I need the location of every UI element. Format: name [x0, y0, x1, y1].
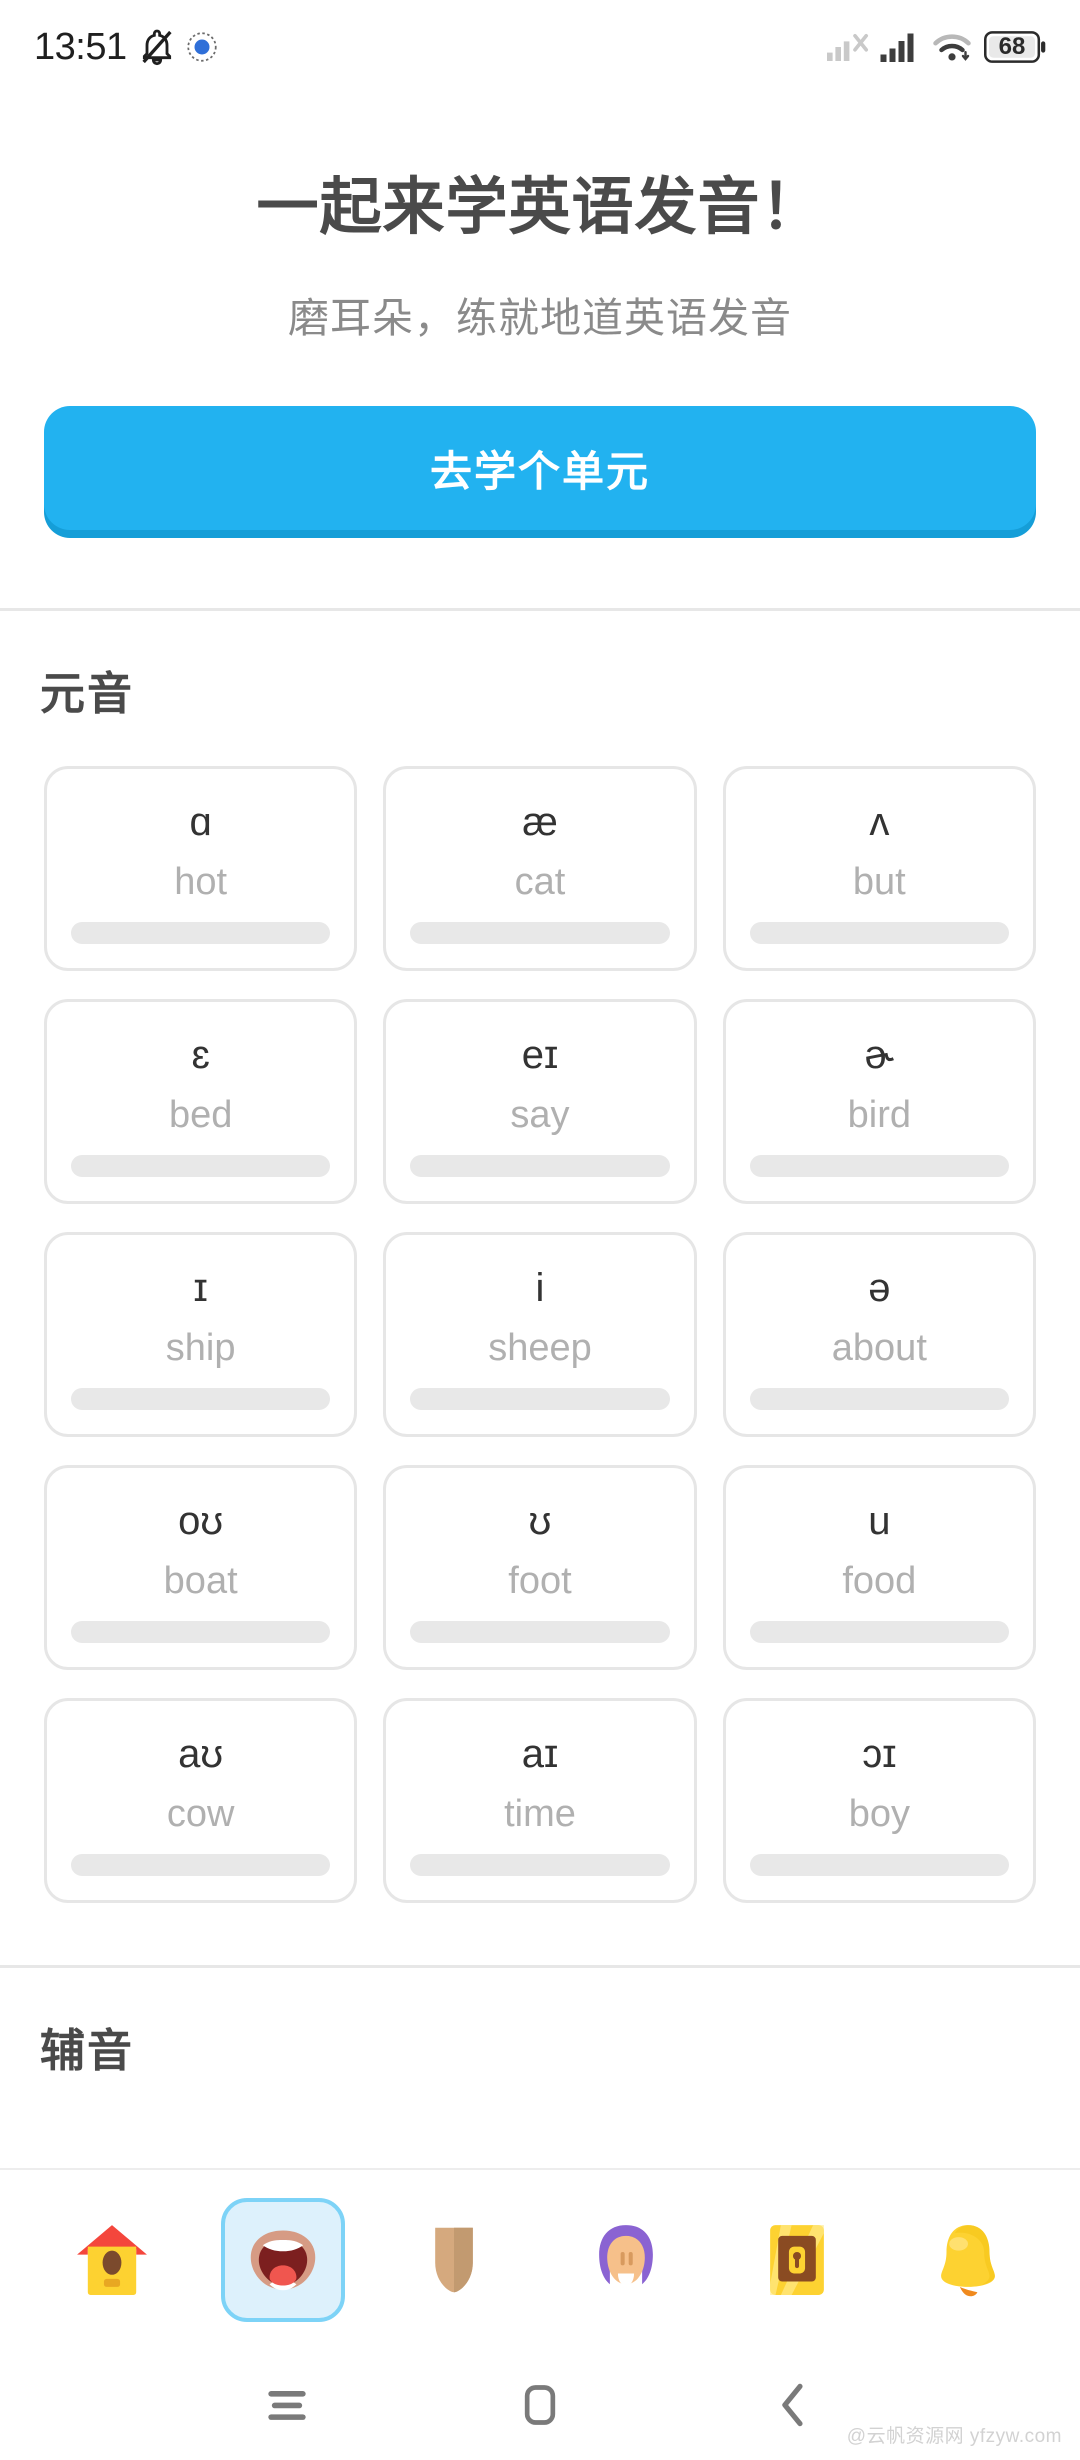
phoneme-card[interactable]: u food	[722, 1465, 1036, 1670]
status-bar-left: 13:51	[34, 26, 217, 69]
phoneme-card[interactable]: æ cat	[383, 766, 697, 971]
phoneme-progress-bar	[749, 1155, 1009, 1177]
phoneme-progress-bar	[410, 1388, 670, 1410]
phoneme-example-word: hot	[174, 861, 228, 903]
phoneme-progress-bar	[71, 1854, 331, 1876]
menu-icon[interactable]	[239, 2357, 335, 2453]
phoneme-symbol: ʌ	[869, 800, 890, 844]
phoneme-symbol: ɛ	[191, 1033, 210, 1077]
wifi-icon	[931, 29, 973, 65]
phoneme-example-word: boat	[163, 1560, 238, 1602]
phoneme-symbol: ɚ	[864, 1033, 895, 1077]
phoneme-symbol: u	[868, 1499, 891, 1543]
tab-person[interactable]	[564, 2198, 688, 2322]
bell-slash-icon	[137, 27, 177, 67]
phoneme-progress-bar	[410, 922, 670, 944]
status-bar-right: 68	[827, 29, 1046, 65]
phoneme-card[interactable]: i sheep	[383, 1232, 697, 1437]
phoneme-symbol: oʊ	[178, 1499, 224, 1543]
phoneme-progress-bar	[410, 1155, 670, 1177]
phoneme-example-word: bird	[847, 1094, 912, 1136]
phoneme-progress-bar	[749, 922, 1009, 944]
phoneme-example-word: say	[510, 1094, 570, 1136]
phoneme-card[interactable]: ə about	[722, 1232, 1036, 1437]
phoneme-example-word: cow	[166, 1793, 235, 1835]
section-title-consonants: 辅音	[40, 2025, 135, 2076]
tab-mouth[interactable]	[220, 2198, 345, 2322]
phoneme-example-word: sheep	[488, 1327, 592, 1369]
phoneme-symbol: ʊ	[528, 1499, 552, 1543]
phoneme-progress-bar	[749, 1854, 1009, 1876]
phoneme-symbol: ə	[868, 1266, 891, 1310]
phoneme-example-word: but	[852, 861, 906, 903]
phoneme-card[interactable]: aʊ cow	[44, 1698, 358, 1903]
phoneme-example-word: bed	[168, 1094, 233, 1136]
phoneme-progress-bar	[71, 922, 331, 944]
phoneme-example-word: food	[842, 1560, 917, 1602]
treasure-chest-icon	[754, 2217, 840, 2303]
signal-bars-icon	[880, 29, 920, 65]
phoneme-symbol: eɪ	[521, 1033, 559, 1077]
bell-icon	[925, 2217, 1011, 2303]
page-subtitle: 磨耳朵，练就地道英语发音	[288, 295, 792, 341]
phoneme-card[interactable]: ɚ bird	[722, 999, 1036, 1204]
phoneme-card[interactable]: oʊ boat	[44, 1465, 358, 1670]
tab-house[interactable]	[50, 2198, 174, 2322]
clock: 13:51	[34, 25, 127, 68]
page-title: 一起来学英语发音！	[256, 173, 824, 242]
phoneme-symbol: ɔɪ	[862, 1732, 897, 1776]
phoneme-symbol: æ	[522, 800, 558, 844]
signal-no-sim-icon	[827, 29, 869, 65]
vowel-card-grid: ɑ hot æ cat ʌ but ɛ bed eɪ say ɚ bird ɪ ship i sheep ə ab…	[0, 722, 1080, 1903]
phoneme-symbol: i	[535, 1266, 545, 1310]
phoneme-progress-bar	[71, 1155, 331, 1177]
back-chevron-icon[interactable]	[745, 2357, 841, 2453]
cta-container: 去学个单元	[0, 344, 1080, 530]
bottom-tab-bar	[0, 2168, 1080, 2350]
section-vowels: 元音 ɑ hot æ cat ʌ but ɛ bed eɪ say ɚ bird ɪ ship i sheep…	[0, 611, 1080, 1903]
mouth-icon	[240, 2217, 326, 2303]
shield-icon	[411, 2217, 497, 2303]
hero-section: 一起来学英语发音！ 磨耳朵，练就地道英语发音 去学个单元 元音 ɑ hot æ cat…	[0, 94, 1080, 2079]
phoneme-symbol: aɪ	[521, 1732, 559, 1776]
tab-treasure-chest[interactable]	[735, 2198, 859, 2322]
phoneme-progress-bar	[71, 1388, 331, 1410]
phoneme-symbol: aʊ	[178, 1732, 224, 1776]
phoneme-card[interactable]: ɪ ship	[44, 1232, 358, 1437]
tab-shield[interactable]	[392, 2198, 516, 2322]
phoneme-example-word: ship	[165, 1327, 236, 1369]
phoneme-example-word: cat	[514, 861, 566, 903]
phoneme-symbol: ɪ	[193, 1266, 208, 1310]
phoneme-card[interactable]: eɪ say	[383, 999, 697, 1204]
phoneme-card[interactable]: ɑ hot	[44, 766, 358, 971]
phoneme-progress-bar	[71, 1621, 331, 1643]
battery-level: 68	[998, 33, 1026, 60]
app-blue-icon	[186, 32, 217, 62]
phoneme-progress-bar	[410, 1621, 670, 1643]
phoneme-progress-bar	[749, 1621, 1009, 1643]
person-icon	[583, 2217, 669, 2303]
status-bar: 13:51 68	[0, 0, 1080, 94]
home-square-icon[interactable]	[492, 2357, 588, 2453]
phoneme-example-word: foot	[508, 1560, 572, 1602]
phoneme-card[interactable]: ʌ but	[722, 766, 1036, 971]
phoneme-example-word: boy	[848, 1793, 910, 1835]
study-unit-button[interactable]: 去学个单元	[44, 406, 1036, 530]
phoneme-card[interactable]: ɛ bed	[44, 999, 358, 1204]
house-icon	[69, 2217, 155, 2303]
battery-icon: 68	[984, 30, 1046, 64]
phoneme-symbol: ɑ	[189, 800, 212, 844]
section-title-vowels: 元音	[40, 668, 135, 719]
phoneme-example-word: time	[504, 1793, 576, 1835]
tab-bell[interactable]	[906, 2198, 1030, 2322]
phoneme-progress-bar	[749, 1388, 1009, 1410]
phoneme-example-word: about	[831, 1327, 927, 1369]
phoneme-card[interactable]: aɪ time	[383, 1698, 697, 1903]
watermark: @云帆资源网 yfzyw.com	[846, 2426, 1062, 2447]
phoneme-card[interactable]: ɔɪ boy	[722, 1698, 1036, 1903]
phoneme-card[interactable]: ʊ foot	[383, 1465, 697, 1670]
phoneme-progress-bar	[410, 1854, 670, 1876]
section-consonants: 辅音	[0, 1968, 1080, 2079]
phone-screen: 13:51 68 一起来学英语发音！ 磨耳朵，练就地道英语发音 去学个单元 元音…	[0, 0, 1080, 2460]
